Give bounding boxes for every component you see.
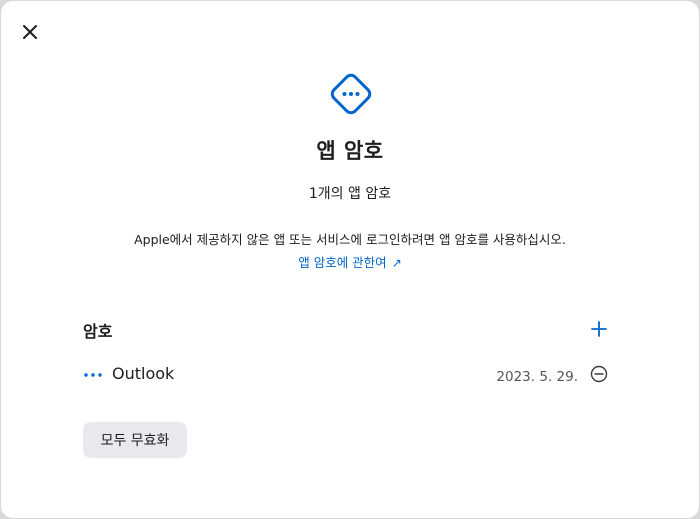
close-icon bbox=[23, 25, 37, 39]
minus-circle-icon[interactable] bbox=[589, 364, 609, 384]
password-row: Outlook 2023. 5. 29. bbox=[83, 363, 611, 387]
learn-more-label: 앱 암호에 관한여 bbox=[298, 255, 387, 270]
section-title: 암호 bbox=[83, 322, 113, 341]
page-title: 앱 암호 bbox=[316, 139, 384, 163]
learn-more-link[interactable]: 앱 암호에 관한여 ↗ bbox=[1, 252, 699, 271]
password-date: 2023. 5. 29. bbox=[496, 369, 578, 385]
more-dots-icon bbox=[84, 373, 102, 377]
plus-icon[interactable] bbox=[589, 319, 609, 339]
revoke-all-button[interactable]: 모두 무효화 bbox=[83, 422, 187, 458]
app-passwords-dialog: 앱 암호 1개의 앱 암호 Apple에서 제공하지 않은 앱 또는 서비스에 … bbox=[1, 1, 699, 518]
external-arrow-icon: ↗ bbox=[391, 256, 402, 270]
password-count: 1개의 앱 암호 bbox=[308, 186, 392, 202]
password-name: Outlook bbox=[112, 364, 175, 383]
app-password-icon bbox=[330, 73, 372, 115]
close-button[interactable] bbox=[19, 21, 41, 43]
description-text: Apple에서 제공하지 않은 앱 또는 서비스에 로그인하려면 앱 암호를 사… bbox=[134, 232, 566, 247]
